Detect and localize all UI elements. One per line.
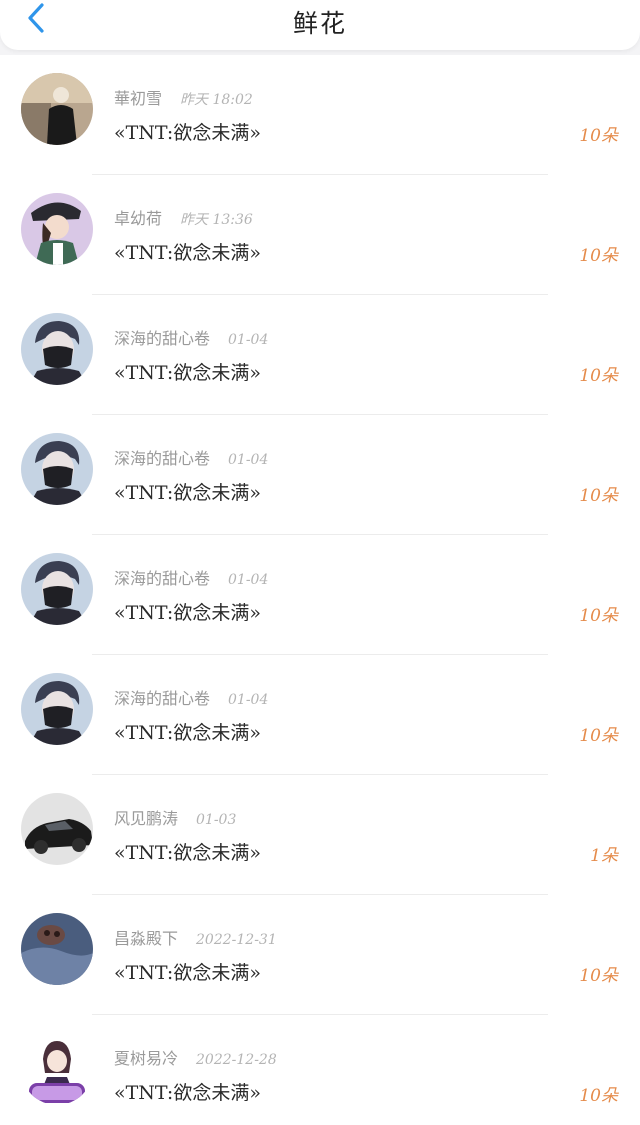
- sender-line: 深海的甜心卷 01-04: [114, 685, 268, 709]
- avatar[interactable]: [21, 673, 93, 745]
- sender-line: 夏树易冷 2022-12-28: [114, 1045, 277, 1069]
- sender-line: 昌淼殿下 2022-12-31: [114, 925, 277, 949]
- sender-line: 风见鹏涛 01-03: [114, 805, 236, 829]
- list-item[interactable]: 深海的甜心卷 01-04 «TNT:欲念未满» 10朵: [0, 415, 640, 535]
- list-item[interactable]: 深海的甜心卷 01-04 «TNT:欲念未满» 10朵: [0, 535, 640, 655]
- flower-count: 10朵: [579, 1086, 618, 1106]
- top-bar: 鲜花: [0, 0, 640, 50]
- send-time: 昨天 13:36: [180, 212, 253, 228]
- sender-line: 華初雪 昨天 18:02: [114, 85, 253, 109]
- list-item[interactable]: 昌淼殿下 2022-12-31 «TNT:欲念未满» 10朵: [0, 895, 640, 1015]
- send-time: 01-03: [196, 812, 237, 828]
- sender-name[interactable]: 華初雪: [114, 89, 162, 108]
- list-item[interactable]: 夏树易冷 2022-12-28 «TNT:欲念未满» 10朵: [0, 1015, 640, 1125]
- book-title: «TNT:欲念未满»: [114, 122, 261, 144]
- flower-count: 10朵: [579, 126, 618, 146]
- book-title: «TNT:欲念未满»: [114, 602, 261, 624]
- page: 鲜花 華初雪 昨天 18:02 «TNT:欲念未满» 10朵 卓幼荷 昨天 13…: [0, 0, 640, 1125]
- sender-line: 卓幼荷 昨天 13:36: [114, 205, 253, 229]
- flower-count: 10朵: [579, 366, 618, 386]
- avatar[interactable]: [21, 913, 93, 985]
- avatar[interactable]: [21, 1033, 93, 1105]
- sender-name[interactable]: 深海的甜心卷: [114, 569, 210, 588]
- flower-count: 10朵: [579, 486, 618, 506]
- sender-name[interactable]: 卓幼荷: [114, 209, 162, 228]
- flower-list: 華初雪 昨天 18:02 «TNT:欲念未满» 10朵 卓幼荷 昨天 13:36: [0, 55, 640, 1125]
- sender-line: 深海的甜心卷 01-04: [114, 325, 268, 349]
- avatar[interactable]: [21, 193, 93, 265]
- page-title: 鲜花: [292, 9, 347, 38]
- flower-count: 10朵: [579, 726, 618, 746]
- sender-name[interactable]: 夏树易冷: [114, 1049, 178, 1068]
- book-title: «TNT:欲念未满»: [114, 722, 261, 744]
- book-title: «TNT:欲念未满»: [114, 1082, 261, 1104]
- list-item[interactable]: 风见鹏涛 01-03 «TNT:欲念未满» 1朵: [0, 775, 640, 895]
- sender-name[interactable]: 深海的甜心卷: [114, 689, 210, 708]
- send-time: 昨天 18:02: [180, 92, 253, 108]
- sender-name[interactable]: 深海的甜心卷: [114, 329, 210, 348]
- send-time: 01-04: [228, 692, 269, 708]
- avatar[interactable]: [21, 793, 93, 865]
- sender-line: 深海的甜心卷 01-04: [114, 565, 268, 589]
- list-item[interactable]: 卓幼荷 昨天 13:36 «TNT:欲念未满» 10朵: [0, 175, 640, 295]
- avatar[interactable]: [21, 73, 93, 145]
- sender-name[interactable]: 昌淼殿下: [114, 929, 178, 948]
- book-title: «TNT:欲念未满»: [114, 842, 261, 864]
- send-time: 2022-12-28: [196, 1052, 277, 1068]
- flower-count: 1朵: [590, 846, 618, 866]
- flower-count: 10朵: [579, 966, 618, 986]
- send-time: 01-04: [228, 332, 269, 348]
- flower-count: 10朵: [579, 246, 618, 266]
- book-title: «TNT:欲念未满»: [114, 962, 261, 984]
- sender-line: 深海的甜心卷 01-04: [114, 445, 268, 469]
- list-item[interactable]: 深海的甜心卷 01-04 «TNT:欲念未满» 10朵: [0, 655, 640, 775]
- sender-name[interactable]: 深海的甜心卷: [114, 449, 210, 468]
- sender-name[interactable]: 风见鹏涛: [114, 809, 178, 828]
- book-title: «TNT:欲念未满»: [114, 362, 261, 384]
- flower-count: 10朵: [579, 606, 618, 626]
- avatar[interactable]: [21, 313, 93, 385]
- list-item[interactable]: 華初雪 昨天 18:02 «TNT:欲念未满» 10朵: [0, 55, 640, 175]
- book-title: «TNT:欲念未满»: [114, 242, 261, 264]
- list-item[interactable]: 深海的甜心卷 01-04 «TNT:欲念未满» 10朵: [0, 295, 640, 415]
- send-time: 01-04: [228, 452, 269, 468]
- send-time: 01-04: [228, 572, 269, 588]
- book-title: «TNT:欲念未满»: [114, 482, 261, 504]
- avatar[interactable]: [21, 433, 93, 505]
- avatar[interactable]: [21, 553, 93, 625]
- send-time: 2022-12-31: [196, 932, 277, 948]
